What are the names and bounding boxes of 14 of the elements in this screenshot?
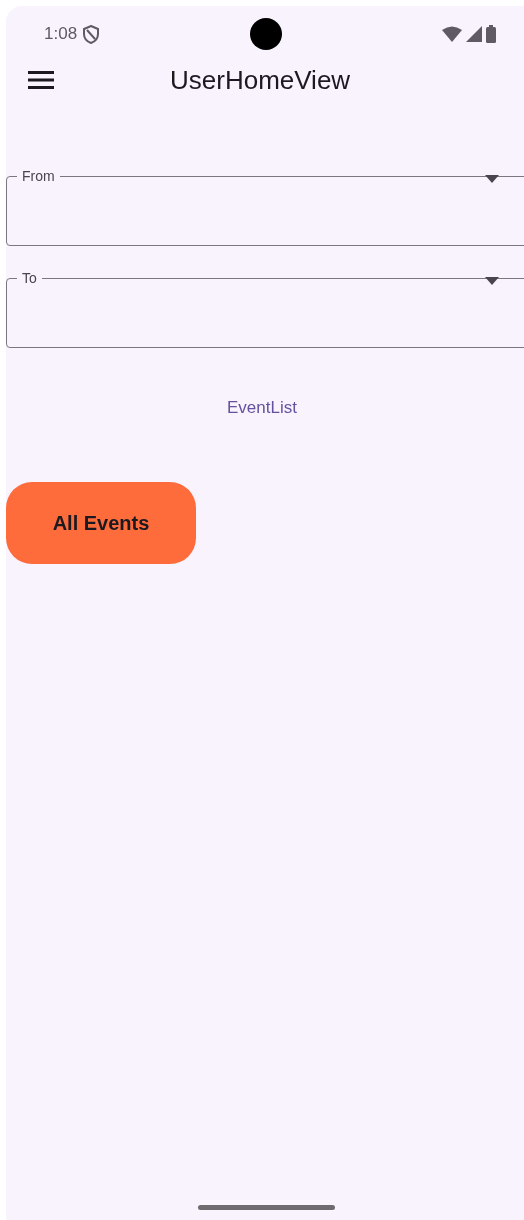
wifi-icon [442,26,462,42]
event-list-link[interactable]: EventList [227,398,297,418]
dropdown-field[interactable]: To [6,270,524,348]
status-time: 1:08 [44,24,78,44]
dropdown-arrow-icon [485,175,499,183]
camera-cutout [250,18,282,50]
all-events-button[interactable]: All Events [6,482,196,564]
menu-icon[interactable] [28,70,54,90]
shield-icon [83,24,100,44]
battery-icon [486,25,496,43]
signal-icon [466,26,482,42]
dropdown-arrow-icon [485,277,499,285]
dropdown-field[interactable]: From [6,168,524,246]
app-title: UserHomeView [170,64,351,96]
